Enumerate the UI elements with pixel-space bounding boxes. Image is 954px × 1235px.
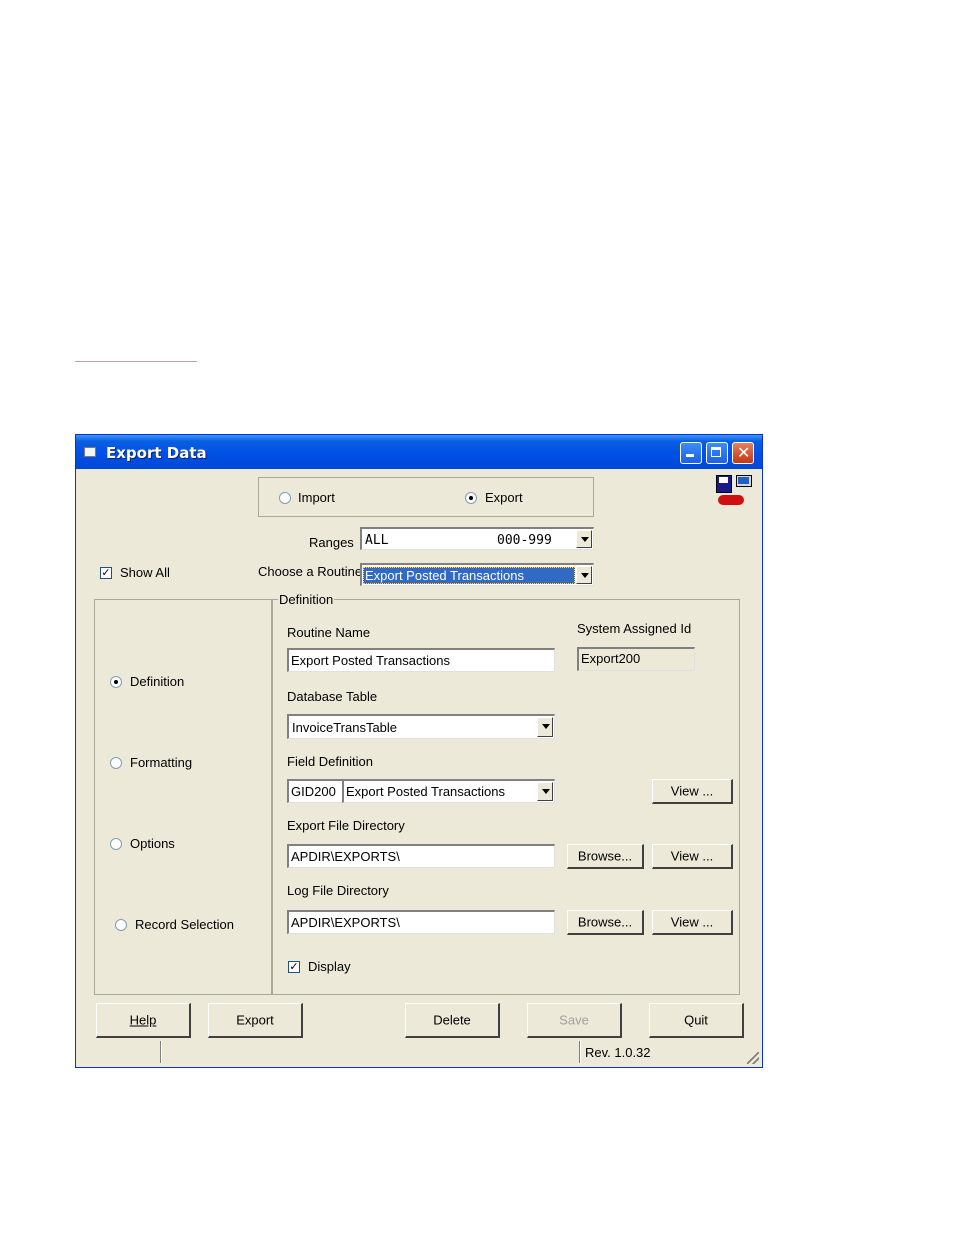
mode-group: Import Export xyxy=(258,477,594,517)
system-id-label: System Assigned Id xyxy=(577,621,692,636)
section-nav-group: Definition Formatting Options Record Sel… xyxy=(94,599,272,995)
export-dir-value: APDIR\EXPORTS\ xyxy=(291,849,400,864)
export-dir-view-button[interactable]: View ... xyxy=(652,844,733,869)
export-dir-input[interactable]: APDIR\EXPORTS\ xyxy=(287,844,555,868)
routine-name-value: Export Posted Transactions xyxy=(291,653,450,668)
field-definition-code-field[interactable]: GID200 xyxy=(287,779,343,803)
ranges-value-left: ALL xyxy=(365,533,389,548)
window-icon xyxy=(84,447,96,457)
log-dir-view-button[interactable]: View ... xyxy=(652,910,733,935)
status-bar xyxy=(76,1039,762,1067)
export-label: Export xyxy=(485,490,523,505)
field-definition-value: Export Posted Transactions xyxy=(346,784,505,799)
database-table-value: InvoiceTransTable xyxy=(292,720,398,735)
field-definition-code: GID200 xyxy=(291,784,336,799)
routine-dropdown-arrow-icon[interactable] xyxy=(576,566,592,584)
routine-selected-value: Export Posted Transactions xyxy=(363,567,575,584)
database-table-combo[interactable]: InvoiceTransTable xyxy=(287,714,555,739)
choose-routine-label: Choose a Routine xyxy=(258,564,363,579)
ranges-label: Ranges xyxy=(309,535,354,550)
export-dir-label: Export File Directory xyxy=(287,818,405,833)
delete-button[interactable]: Delete xyxy=(405,1003,500,1038)
system-id-field: Export200 xyxy=(577,647,695,671)
export-button[interactable]: Export xyxy=(208,1003,303,1038)
revision-text: Rev. 1.0.32 xyxy=(585,1045,651,1060)
save-computer-icon xyxy=(716,475,756,509)
options-nav-label: Options xyxy=(130,836,175,851)
routine-name-label: Routine Name xyxy=(287,625,371,640)
definition-radio[interactable] xyxy=(110,676,122,688)
import-radio[interactable] xyxy=(279,492,291,504)
log-dir-browse-button[interactable]: Browse... xyxy=(567,910,644,935)
database-table-label: Database Table xyxy=(287,689,378,704)
export-data-window: Export Data ✕ Import Export Ranges ALL 0… xyxy=(75,434,763,1068)
save-button[interactable]: Save xyxy=(527,1003,622,1038)
formatting-nav-label: Formatting xyxy=(130,755,193,770)
definition-nav-label: Definition xyxy=(130,674,185,689)
status-separator xyxy=(160,1041,162,1063)
export-radio[interactable] xyxy=(465,492,477,504)
document-link-underline[interactable] xyxy=(75,361,197,362)
record-selection-nav-label: Record Selection xyxy=(135,917,234,932)
quit-button[interactable]: Quit xyxy=(649,1003,744,1038)
minimize-button[interactable] xyxy=(680,442,702,464)
help-button[interactable]: Help xyxy=(96,1003,191,1038)
export-dir-browse-button[interactable]: Browse... xyxy=(567,844,644,869)
log-dir-value: APDIR\EXPORTS\ xyxy=(291,915,400,930)
routine-combo[interactable]: Export Posted Transactions xyxy=(360,563,594,586)
log-dir-label: Log File Directory xyxy=(287,883,389,898)
title-bar[interactable]: Export Data ✕ xyxy=(76,435,762,469)
ranges-value-right: 000-999 xyxy=(497,533,552,548)
import-label: Import xyxy=(298,490,335,505)
close-button[interactable]: ✕ xyxy=(732,442,754,464)
maximize-button[interactable] xyxy=(706,442,728,464)
field-definition-view-button[interactable]: View ... xyxy=(652,779,733,804)
definition-group-title: Definition xyxy=(278,592,335,607)
display-label: Display xyxy=(308,959,351,974)
field-definition-combo[interactable]: Export Posted Transactions xyxy=(342,779,555,803)
definition-group: Definition Routine Name Export Posted Tr… xyxy=(272,592,740,995)
options-radio[interactable] xyxy=(110,838,122,850)
show-all-checkbox[interactable]: ✓ xyxy=(100,567,112,579)
system-id-value: Export200 xyxy=(581,651,641,666)
field-definition-label: Field Definition xyxy=(287,754,373,769)
formatting-radio[interactable] xyxy=(110,757,122,769)
routine-name-input[interactable]: Export Posted Transactions xyxy=(287,648,555,672)
show-all-label: Show All xyxy=(120,565,170,580)
display-checkbox[interactable]: ✓ xyxy=(288,961,300,973)
status-separator xyxy=(579,1041,581,1063)
ranges-dropdown-arrow-icon[interactable] xyxy=(576,530,592,548)
window-title: Export Data xyxy=(106,444,207,462)
resize-grip-icon[interactable] xyxy=(747,1052,759,1064)
record-selection-radio[interactable] xyxy=(115,919,127,931)
ranges-combo[interactable]: ALL 000-999 xyxy=(360,527,594,550)
log-dir-input[interactable]: APDIR\EXPORTS\ xyxy=(287,910,555,934)
field-definition-dropdown-arrow-icon[interactable] xyxy=(537,782,553,801)
database-table-dropdown-arrow-icon[interactable] xyxy=(537,717,553,737)
